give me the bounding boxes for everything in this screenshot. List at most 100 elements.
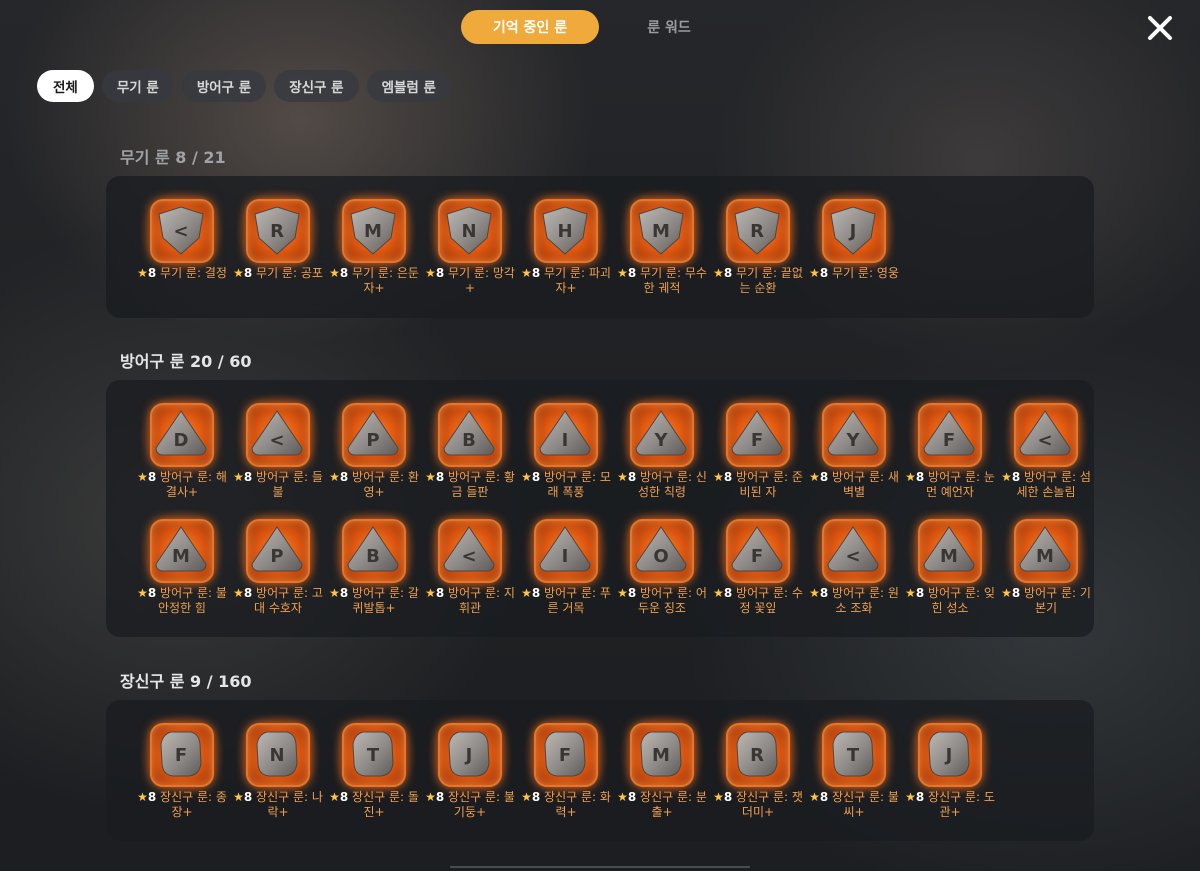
- star-icon: ★: [425, 266, 436, 280]
- scroll-indicator: [450, 866, 750, 868]
- rune-level: 8: [147, 470, 157, 484]
- rune-icon: <: [811, 508, 897, 594]
- rune-item[interactable]: J ★8 장신구 룬: 도관+: [902, 712, 998, 838]
- rune-level: 8: [627, 586, 637, 600]
- rune-item[interactable]: < ★8 방어구 룬: 지휘관: [422, 508, 518, 634]
- rune-glyph: Y: [653, 430, 668, 451]
- rune-glyph: <: [173, 221, 188, 242]
- star-icon: ★: [233, 586, 244, 600]
- star-icon: ★: [233, 790, 244, 804]
- rune-icon: R: [715, 712, 801, 798]
- rune-icon: <: [1003, 392, 1089, 478]
- rune-icon: M: [139, 508, 225, 594]
- rune-item[interactable]: P ★8 방어구 룬: 고대 수호자: [230, 508, 326, 634]
- rune-icon: R: [715, 188, 801, 274]
- tab-rune-words[interactable]: 룬 워드: [610, 10, 728, 44]
- rune-item[interactable]: N ★8 무기 룬: 망각+: [422, 188, 518, 314]
- rune-item[interactable]: < ★8 방어구 룬: 섬세한 손놀림: [998, 392, 1094, 518]
- rune-level: 8: [339, 470, 349, 484]
- rune-stone-icon: <: [1019, 410, 1071, 456]
- rune-item[interactable]: F ★8 장신구 룬: 화력+: [518, 712, 614, 838]
- rune-level: 8: [147, 586, 157, 600]
- top-tab-bar: 기억 중인 룬 룬 워드: [0, 10, 1200, 46]
- rune-item[interactable]: J ★8 장신구 룬: 불기둥+: [422, 712, 518, 838]
- rune-glyph: F: [175, 745, 187, 766]
- rune-item[interactable]: N ★8 장신구 룬: 나락+: [230, 712, 326, 838]
- weapon-rune-panel: < ★8 무기 룬: 결정 R ★8 무기 룬: 공포 M ★8 무기 룬: 은둔자+ N ★…: [106, 176, 1094, 318]
- rune-item[interactable]: I ★8 방어구 룬: 모래 폭풍: [518, 392, 614, 518]
- rune-level: 8: [531, 470, 541, 484]
- rune-stone-icon: <: [443, 526, 495, 572]
- rune-stone-icon: R: [736, 731, 778, 777]
- rune-item[interactable]: < ★8 무기 룬: 결정: [134, 188, 230, 314]
- rune-item[interactable]: Y ★8 방어구 룬: 신성한 칙령: [614, 392, 710, 518]
- rune-item[interactable]: M ★8 방어구 룬: 잊힌 성소: [902, 508, 998, 634]
- star-icon: ★: [809, 470, 820, 484]
- rune-stone-icon: M: [640, 731, 682, 777]
- star-icon: ★: [713, 266, 724, 280]
- star-icon: ★: [713, 470, 724, 484]
- star-icon: ★: [809, 586, 820, 600]
- rune-glyph: <: [1037, 430, 1052, 451]
- star-icon: ★: [905, 790, 916, 804]
- rune-glyph: Y: [845, 430, 860, 451]
- rune-level: 8: [723, 790, 733, 804]
- filter-weapon[interactable]: 무기 룬: [101, 70, 174, 102]
- rune-item[interactable]: H ★8 무기 룬: 파괴자+: [518, 188, 614, 314]
- rune-item[interactable]: O ★8 방어구 룬: 어두운 징조: [614, 508, 710, 634]
- rune-item[interactable]: M ★8 장신구 룬: 분출+: [614, 712, 710, 838]
- tab-remembered-runes[interactable]: 기억 중인 룬: [461, 10, 599, 44]
- rune-level: 8: [531, 266, 541, 280]
- rune-item[interactable]: R ★8 무기 룬: 끝없는 순환: [710, 188, 806, 314]
- star-icon: ★: [233, 470, 244, 484]
- rune-item[interactable]: B ★8 방어구 룬: 황금 들판: [422, 392, 518, 518]
- rune-item[interactable]: F ★8 방어구 룬: 눈 먼 예언자: [902, 392, 998, 518]
- rune-icon: M: [619, 712, 705, 798]
- rune-item[interactable]: J ★8 무기 룬: 영웅: [806, 188, 902, 314]
- rune-stone-icon: J: [928, 731, 970, 777]
- rune-item[interactable]: < ★8 방어구 룬: 원소 조화: [806, 508, 902, 634]
- rune-stone-icon: D: [155, 410, 207, 456]
- weapon-rune-grid: < ★8 무기 룬: 결정 R ★8 무기 룬: 공포 M ★8 무기 룬: 은둔자+ N ★…: [134, 188, 1094, 314]
- rune-icon: O: [619, 508, 705, 594]
- rune-glyph: T: [847, 745, 860, 766]
- rune-item[interactable]: M ★8 방어구 룬: 불안정한 힘: [134, 508, 230, 634]
- weapon-section-title: 무기 룬 8 / 21: [120, 148, 226, 167]
- close-button[interactable]: [1140, 8, 1180, 48]
- filter-accessory[interactable]: 장신구 룬: [274, 70, 359, 102]
- filter-armor[interactable]: 방어구 룬: [181, 70, 267, 102]
- filter-all[interactable]: 전체: [37, 70, 94, 102]
- rune-item[interactable]: Y ★8 방어구 룬: 새벽별: [806, 392, 902, 518]
- rune-item[interactable]: F ★8 장신구 룬: 종장+: [134, 712, 230, 838]
- rune-item[interactable]: M ★8 무기 룬: 은둔자+: [326, 188, 422, 314]
- rune-item[interactable]: I ★8 방어구 룬: 푸른 거목: [518, 508, 614, 634]
- rune-item[interactable]: T ★8 장신구 룬: 불씨+: [806, 712, 902, 838]
- rune-item[interactable]: M ★8 방어구 룬: 기본기: [998, 508, 1094, 634]
- rune-stone-icon: R: [254, 206, 300, 255]
- rune-item[interactable]: T ★8 장신구 룬: 돌진+: [326, 712, 422, 838]
- rune-level: 8: [435, 586, 445, 600]
- rune-level: 8: [1011, 586, 1021, 600]
- rune-stone-icon: R: [734, 206, 780, 255]
- rune-item[interactable]: P ★8 방어구 룬: 환영+: [326, 392, 422, 518]
- rune-glyph: <: [461, 546, 476, 567]
- rune-item[interactable]: < ★8 방어구 룬: 들불: [230, 392, 326, 518]
- rune-glyph: R: [750, 221, 764, 242]
- rune-item[interactable]: D ★8 방어구 룬: 해결사+: [134, 392, 230, 518]
- rune-item[interactable]: F ★8 방어구 룬: 수정 꽃잎: [710, 508, 806, 634]
- rune-item[interactable]: R ★8 무기 룬: 공포: [230, 188, 326, 314]
- rune-glyph: T: [367, 745, 380, 766]
- rune-level: 8: [147, 266, 157, 280]
- rune-glyph: D: [174, 430, 189, 451]
- star-icon: ★: [521, 790, 532, 804]
- star-icon: ★: [1001, 470, 1012, 484]
- rune-level: 8: [243, 586, 253, 600]
- rune-item[interactable]: B ★8 방어구 룬: 갈퀴발톱+: [326, 508, 422, 634]
- rune-item[interactable]: F ★8 방어구 룬: 준비된 자: [710, 392, 806, 518]
- rune-item[interactable]: R ★8 장신구 룬: 잿더미+: [710, 712, 806, 838]
- rune-icon: M: [331, 188, 417, 274]
- rune-item[interactable]: M ★8 무기 룬: 무수한 궤적: [614, 188, 710, 314]
- rune-icon: <: [235, 392, 321, 478]
- filter-emblem[interactable]: 엠블럼 룬: [366, 70, 451, 102]
- rune-stone-icon: <: [251, 410, 303, 456]
